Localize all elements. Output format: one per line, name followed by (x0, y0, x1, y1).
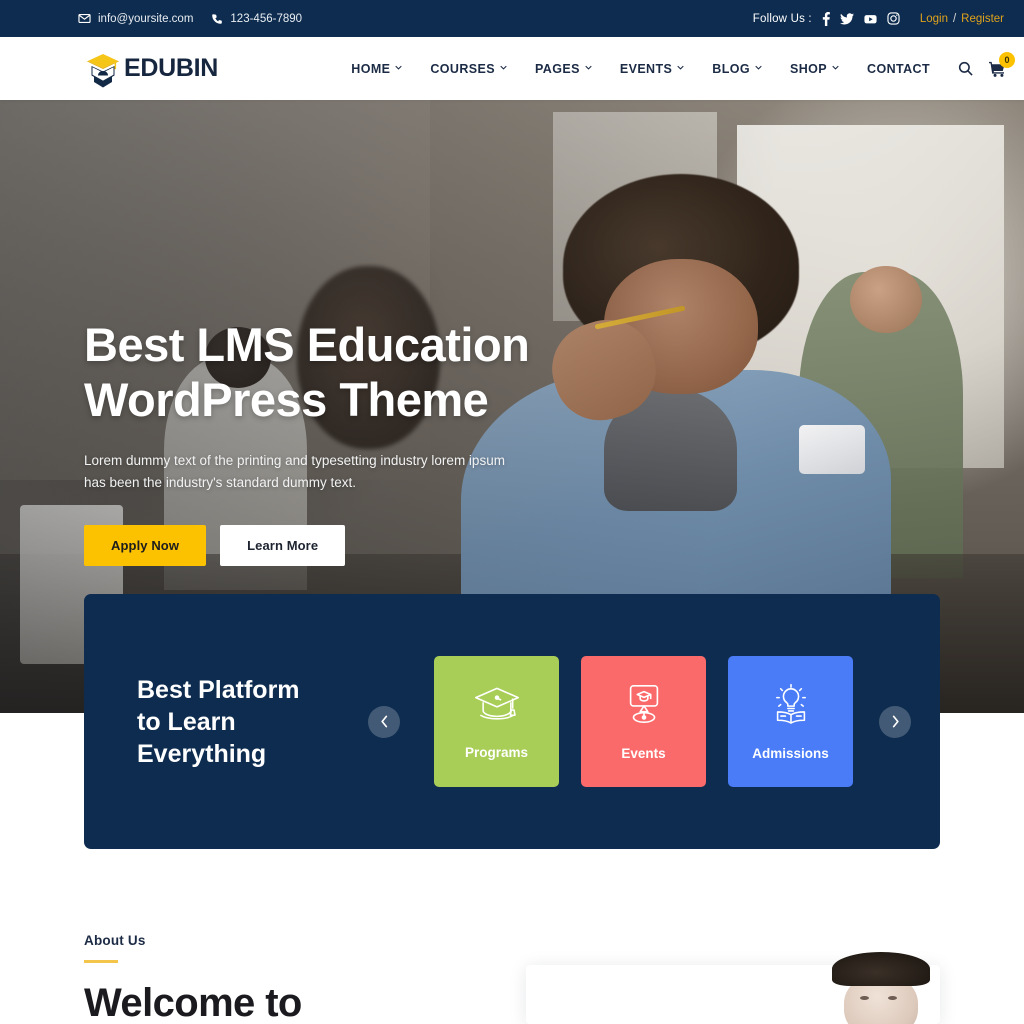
graduation-cap-icon (473, 684, 521, 731)
site-header: EDUBIN HOME COURSES PAGES EVENTS BLOG SH… (0, 37, 1024, 100)
chevron-down-icon (832, 65, 839, 70)
nav-item-home-label: HOME (351, 61, 391, 76)
apply-now-button[interactable]: Apply Now (84, 524, 207, 566)
search-icon[interactable] (958, 61, 973, 76)
chevron-right-icon (892, 715, 899, 728)
carousel-next-button[interactable] (879, 705, 911, 738)
nav-item-courses-label: COURSES (430, 61, 495, 76)
social-links (822, 11, 900, 26)
contact-email-text: info@yoursite.com (98, 12, 194, 25)
site-logo-text: EDUBIN (124, 54, 219, 82)
nav-item-courses[interactable]: COURSES (416, 62, 521, 76)
map-pin-graduation-icon (621, 683, 667, 732)
about-title: Welcome to (84, 981, 302, 1024)
feature-card-list: Programs Events Admissions (434, 656, 853, 787)
chevron-down-icon (395, 65, 403, 70)
top-bar: info@yoursite.com 123-456-7890 Follow Us… (0, 0, 1024, 37)
top-bar-social-group: Follow Us : Login / Register (752, 11, 1024, 26)
chevron-down-icon (585, 65, 592, 70)
page-root: info@yoursite.com 123-456-7890 Follow Us… (0, 0, 1024, 1024)
follow-us-label: Follow Us : (752, 12, 812, 25)
site-logo[interactable]: EDUBIN (0, 49, 218, 89)
carousel-prev-button[interactable] (368, 705, 400, 738)
envelope-icon (78, 12, 91, 25)
nav-item-home[interactable]: HOME (337, 62, 416, 76)
hero-subtitle-line-2: has been the industry's standard dummy t… (84, 475, 356, 491)
top-bar-contact-group: info@yoursite.com 123-456-7890 (0, 12, 302, 25)
auth-links: Login / Register (920, 13, 1004, 25)
register-link[interactable]: Register (961, 13, 1004, 25)
hero-subtitle: Lorem dummy text of the printing and typ… (84, 450, 524, 495)
nav-item-pages[interactable]: PAGES (521, 62, 606, 76)
nav-item-blog[interactable]: BLOG (698, 62, 776, 76)
about-underline-rule (84, 960, 118, 963)
lightbulb-book-icon (767, 683, 815, 732)
contact-email[interactable]: info@yoursite.com (78, 12, 193, 25)
about-us-label: About Us (84, 933, 146, 948)
feature-card-events-label: Events (621, 745, 666, 761)
feature-heading-line-3: Everything (137, 739, 267, 768)
chevron-down-icon (500, 65, 507, 70)
hero-subtitle-line-1: Lorem dummy text of the printing and typ… (84, 453, 505, 469)
login-link[interactable]: Login (920, 13, 948, 25)
hero-button-group: Apply Now Learn More (84, 524, 604, 566)
hero-title: Best LMS Education WordPress Theme (84, 318, 604, 427)
facebook-icon[interactable] (822, 11, 830, 26)
chevron-down-icon (677, 65, 684, 70)
contact-phone[interactable]: 123-456-7890 (211, 13, 302, 25)
nav-item-events-label: EVENTS (619, 61, 673, 76)
phone-icon (211, 13, 223, 25)
youtube-icon[interactable] (864, 13, 877, 25)
feature-heading-line-2: to Learn (137, 707, 236, 736)
hero-title-line-1: Best LMS Education (84, 318, 530, 371)
nav-item-contact-label: CONTACT (867, 61, 930, 76)
nav-item-shop-label: SHOP (789, 61, 828, 76)
nav-item-pages-label: PAGES (535, 61, 580, 76)
learn-more-button[interactable]: Learn More (220, 524, 346, 566)
chevron-left-icon (380, 715, 387, 728)
nav-item-contact[interactable]: CONTACT (853, 62, 944, 76)
header-icon-group: 0 (944, 51, 1015, 77)
feature-card-programs[interactable]: Programs (434, 656, 559, 787)
feature-card-admissions-label: Admissions (752, 745, 829, 761)
main-navigation: HOME COURSES PAGES EVENTS BLOG SHOP CONT… (337, 51, 1024, 77)
shopping-cart-icon[interactable]: 0 (989, 51, 1015, 77)
nav-item-events[interactable]: EVENTS (606, 62, 698, 76)
graduation-cap-shield-logo-icon (84, 49, 122, 89)
feature-panel: Best Platform to Learn Everything Progra… (84, 594, 940, 849)
cart-count-badge: 0 (999, 51, 1015, 68)
instagram-icon[interactable] (887, 12, 900, 25)
feature-panel-heading: Best Platform to Learn Everything (137, 674, 352, 770)
feature-heading-line-1: Best Platform (137, 675, 300, 704)
chevron-down-icon (755, 65, 762, 70)
twitter-icon[interactable] (839, 12, 854, 25)
hero-content: Best LMS Education WordPress Theme Lorem… (84, 318, 604, 566)
contact-phone-text: 123-456-7890 (230, 12, 303, 25)
auth-separator: / (952, 12, 957, 25)
nav-item-blog-label: BLOG (712, 61, 750, 76)
feature-card-events[interactable]: Events (581, 656, 706, 787)
instructor-portrait-photo (822, 952, 940, 1024)
feature-card-programs-label: Programs (464, 744, 529, 760)
about-content: About Us Welcome to (84, 933, 302, 1024)
feature-card-admissions[interactable]: Admissions (728, 656, 853, 787)
nav-item-shop[interactable]: SHOP (776, 62, 853, 76)
hero-title-line-2: WordPress Theme (84, 372, 489, 426)
